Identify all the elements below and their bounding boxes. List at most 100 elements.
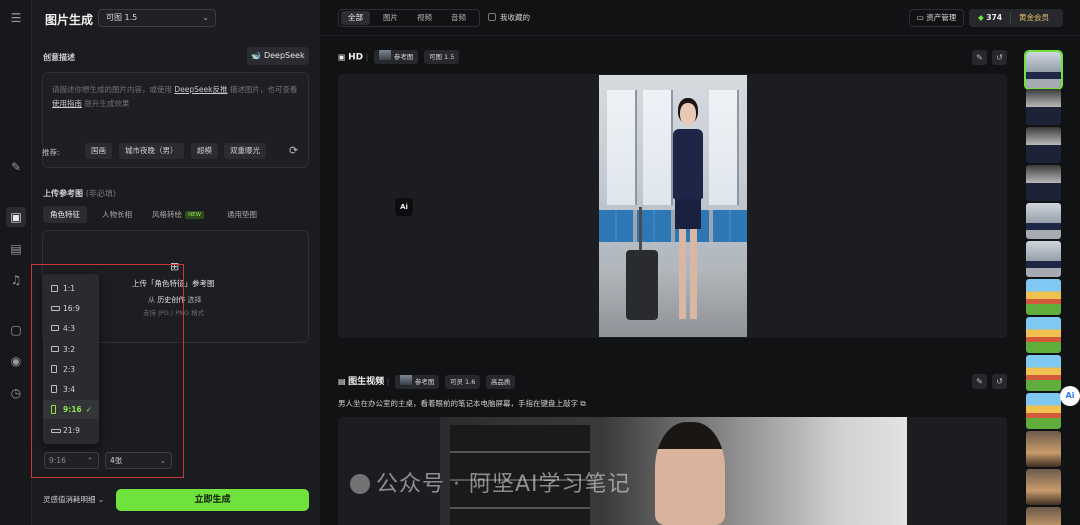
model-tag: 可图 1.5 [423,50,460,64]
ratio-option-3-4[interactable]: 3:4 [43,380,99,399]
thumbnail[interactable] [1024,50,1063,90]
asset-management-label: 资产管理 [926,13,957,22]
video-icon[interactable]: ▤ [8,241,24,257]
thumbnail[interactable] [1026,393,1061,429]
menu-icon[interactable]: ☰ [8,10,24,26]
points-icon: ◆ [978,13,984,22]
thumbnail[interactable] [1026,279,1061,315]
ratio-label: 3:4 [63,385,76,394]
top-bar: 全部 图片 视频 音频 我收藏的 ▭ 资产管理 ◆ 374 黄金会员 [320,0,1080,36]
tab-character[interactable]: 角色特征 [43,206,87,223]
regenerate-icon[interactable]: ↺ [992,50,1007,65]
thumbnail[interactable] [1026,241,1061,277]
deepseek-button[interactable]: 🐋 DeepSeek [247,47,309,65]
divider [1010,13,1011,23]
ratio-label: 1:1 [63,284,76,293]
brush-icon[interactable]: ✎ [8,159,24,175]
filter-all[interactable]: 全部 [341,11,370,25]
chevron-up-icon: ⌃ [86,456,93,465]
thumbnail[interactable] [1026,165,1061,201]
folder-icon: ▭ [916,13,924,22]
model-select[interactable]: 可图 1.5 ⌄ [98,9,216,27]
chip-guohua[interactable]: 国画 [85,143,112,159]
edit-icon[interactable]: ✎ [972,50,987,65]
regenerate-icon[interactable]: ↺ [992,374,1007,389]
ratio-label: 4:3 [63,324,76,333]
history-thumbnails [1024,50,1063,525]
chevron-down-icon: ⌄ [202,13,209,22]
filter-video[interactable]: 视频 [410,11,439,25]
copy-icon[interactable]: ⧉ [580,399,585,408]
ratio-label: 2:3 [63,365,76,374]
ratio-option-9-16[interactable]: 9:16 ✓ [43,400,99,419]
filter-image[interactable]: 图片 [376,11,405,25]
thumbnail[interactable] [1026,89,1061,125]
tab-general-ref[interactable]: 通用垫图 [220,206,264,223]
skirt-shape [675,199,701,229]
chip-city-night[interactable]: 城市夜晚（男） [119,143,184,159]
image-icon: ▣ [338,52,346,62]
edit-icon[interactable]: ✎ [972,374,987,389]
landscape-icon [51,306,60,311]
refresh-icon[interactable]: ⟳ [289,144,298,157]
luggage-handle-shape [639,207,642,252]
portrait-icon [51,385,57,393]
ratio-select[interactable]: 9:16 ⌃ [44,452,99,469]
favorites-checkbox[interactable]: 我收藏的 [488,12,530,23]
ai-assistant-button[interactable]: Ai [1060,386,1080,406]
generate-button[interactable]: 立即生成 [116,489,309,511]
thumbnail[interactable] [1026,355,1061,391]
card-image-header: ▣ HD | 参考图 可图 1.5 [338,50,460,66]
deepseek-label: DeepSeek [263,51,305,60]
thumbnail[interactable] [1026,203,1061,239]
ref-image-label: 上传参考图 (非必填) [43,188,116,199]
thumbnail[interactable] [1026,431,1061,467]
chevron-down-icon: ⌄ [159,456,166,465]
ref-tag-label: 参考图 [414,377,435,386]
deepseek-reverse-link[interactable]: DeepSeek反推 [174,85,227,94]
ref-tag[interactable]: 参考图 [394,374,440,389]
ref-tag[interactable]: 参考图 [373,50,419,64]
ref-tag-label: 参考图 [393,53,414,61]
history-icon[interactable]: ◷ [8,385,24,401]
chip-double-exposure[interactable]: 双重曝光 [224,143,266,159]
filter-audio[interactable]: 音频 [444,11,473,25]
chip-supermodel[interactable]: 超模 [191,143,218,159]
library-icon[interactable]: ▢ [8,322,24,338]
ratio-option-1-1[interactable]: 1:1 [43,279,99,298]
thumbnail[interactable] [1026,317,1061,353]
audio-icon[interactable]: ♫ [8,272,24,288]
ai-badge[interactable]: Ai [395,198,413,216]
thumbnail[interactable] [1026,507,1061,525]
card-title: HD [348,52,364,63]
ratio-dropdown: 1:1 16:9 4:3 3:2 2:3 3:4 9:16 ✓ 21:9 [43,274,99,444]
cost-details[interactable]: 灵感值消耗明细 ⌄ [43,494,104,505]
upload-select-text: 选择 [187,296,202,304]
landscape-icon [51,346,59,352]
ratio-option-2-3[interactable]: 2:3 [43,360,99,379]
thumbnail[interactable] [1026,469,1061,505]
ratio-option-21-9[interactable]: 21:9 [43,421,99,440]
membership-badge[interactable]: ◆ 374 黄金会员 [969,9,1063,27]
image-icon[interactable]: ▣ [6,207,26,227]
ratio-select-value: 9:16 [49,456,66,465]
luggage-shape [626,250,658,320]
ratio-option-16-9[interactable]: 16:9 [43,299,99,318]
nav-rail: ☰ ✎ ▣ ▤ ♫ ▢ ◉ ◷ [0,0,32,525]
points: ◆ 374 [978,9,1002,27]
page-title: 图片生成 [45,13,94,27]
count-select[interactable]: 4张 ⌄ [105,452,172,469]
eye-icon[interactable]: ◉ [8,353,24,369]
ratio-option-3-2[interactable]: 3:2 [43,340,99,359]
ratio-option-4-3[interactable]: 4:3 [43,319,99,338]
portrait-icon [51,405,56,414]
generated-image[interactable] [599,75,747,337]
results-area: 全部 图片 视频 音频 我收藏的 ▭ 资产管理 ◆ 374 黄金会员 ▣ HD … [320,0,1080,525]
prompt-placeholder-text: 请描述你想生成的图片内容，或使用 [52,85,172,94]
usage-guide-link[interactable]: 使用指南 [52,99,82,108]
tab-style-transfer[interactable]: 风格转绘 NEW [145,206,211,223]
thumbnail[interactable] [1026,127,1061,163]
tab-face[interactable]: 人物长相 [95,206,139,223]
asset-management-button[interactable]: ▭ 资产管理 [909,9,964,27]
video-description: 男人坐在办公室的主桌，看着眼前的笔记本电脑屏幕，手指在键盘上敲字 ⧉ [338,398,586,409]
